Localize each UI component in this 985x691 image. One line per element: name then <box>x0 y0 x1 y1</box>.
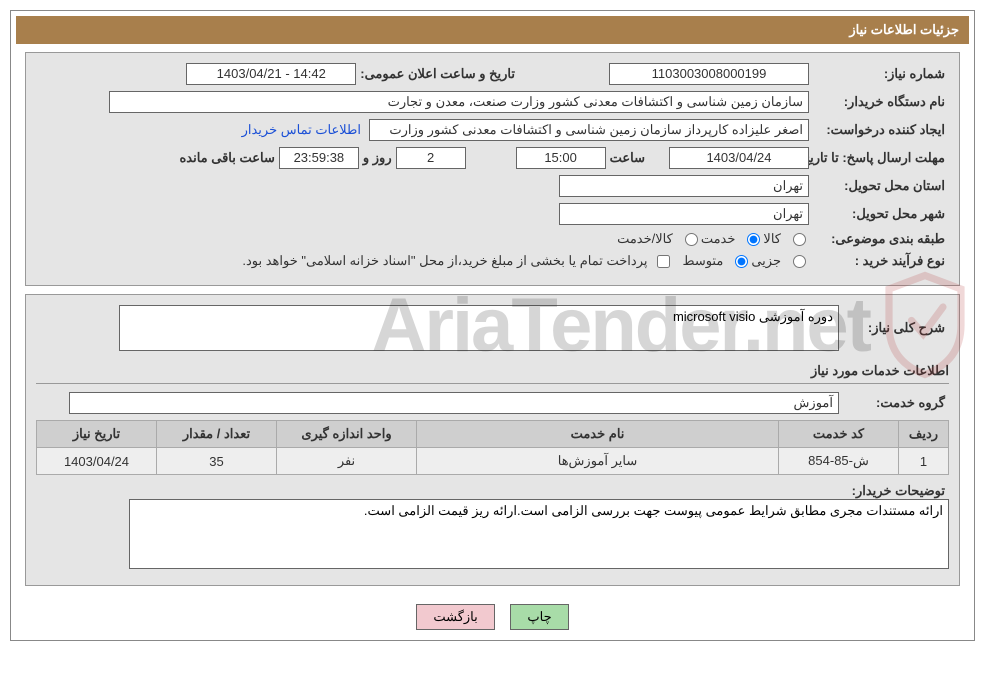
table-row: 1 ش-85-854 سایر آموزش‌ها نفر 35 1403/04/… <box>37 448 949 475</box>
table-header-row: ردیف کد خدمت نام خدمت واحد اندازه گیری ت… <box>37 421 949 448</box>
radio-both[interactable] <box>685 233 698 246</box>
services-table: ردیف کد خدمت نام خدمت واحد اندازه گیری ت… <box>36 420 949 475</box>
button-row: چاپ بازگشت <box>11 594 974 640</box>
th-name: نام خدمت <box>417 421 779 448</box>
label-creator: ایجاد کننده درخواست: <box>809 122 949 138</box>
cell-name: سایر آموزش‌ها <box>417 448 779 475</box>
heading-services: اطلاعات خدمات مورد نیاز <box>36 363 949 384</box>
proc-note: پرداخت تمام یا بخشی از مبلغ خرید،از محل … <box>238 253 651 269</box>
print-button[interactable]: چاپ <box>510 604 568 630</box>
announce-date: 1403/04/21 - 14:42 <box>186 63 356 85</box>
deadline-time: 15:00 <box>516 147 606 169</box>
cell-qty: 35 <box>157 448 277 475</box>
cell-row: 1 <box>899 448 949 475</box>
section-services: شرح کلی نیاز: اطلاعات خدمات مورد نیاز گر… <box>25 294 960 586</box>
label-deadline: مهلت ارسال پاسخ: تا تاریخ: <box>809 150 949 166</box>
th-date: تاریخ نیاز <box>37 421 157 448</box>
province: تهران <box>559 175 809 197</box>
label-remain: ساعت باقی مانده <box>175 150 278 166</box>
radio-goods[interactable] <box>793 233 806 246</box>
need-no: 1103003008000199 <box>609 63 809 85</box>
th-code: کد خدمت <box>779 421 899 448</box>
contact-link[interactable]: اطلاعات تماس خریدار <box>242 122 361 138</box>
cell-unit: نفر <box>277 448 417 475</box>
service-group: آموزش <box>69 392 839 414</box>
buyer-note <box>129 499 949 569</box>
th-row: ردیف <box>899 421 949 448</box>
label-days-and: روز و <box>359 150 396 166</box>
back-button[interactable]: بازگشت <box>416 604 494 630</box>
days-remain: 2 <box>396 147 466 169</box>
label-service-group: گروه خدمت: <box>839 395 949 411</box>
label-proc-medium: متوسط <box>682 253 723 269</box>
main-frame: جزئیات اطلاعات نیاز شماره نیاز: 11030030… <box>10 10 975 641</box>
deadline-date: 1403/04/24 <box>669 147 809 169</box>
cell-date: 1403/04/24 <box>37 448 157 475</box>
label-buyer-note: توضیحات خریدار: <box>839 483 949 499</box>
label-org: نام دستگاه خریدار: <box>809 94 949 110</box>
label-city: شهر محل تحویل: <box>809 206 949 222</box>
section-details: شماره نیاز: 1103003008000199 تاریخ و ساع… <box>25 52 960 286</box>
radio-small[interactable] <box>793 255 806 268</box>
label-province: استان محل تحویل: <box>809 178 949 194</box>
label-category: طبقه بندی موضوعی: <box>809 231 949 247</box>
countdown: 23:59:38 <box>279 147 359 169</box>
check-treasury[interactable] <box>657 255 670 268</box>
org-name: سازمان زمین شناسی و اکتشافات معدنی کشور … <box>109 91 809 113</box>
label-desc: شرح کلی نیاز: <box>839 320 949 336</box>
cell-code: ش-85-854 <box>779 448 899 475</box>
radio-service[interactable] <box>747 233 760 246</box>
label-cat-goods: کالا <box>763 231 781 247</box>
th-qty: تعداد / مقدار <box>157 421 277 448</box>
label-announce: تاریخ و ساعت اعلان عمومی: <box>356 66 519 82</box>
label-proc-small: جزیی <box>751 253 781 269</box>
radio-medium[interactable] <box>735 255 748 268</box>
city: تهران <box>559 203 809 225</box>
label-cat-service: خدمت <box>701 231 736 247</box>
label-need-no: شماره نیاز: <box>809 66 949 82</box>
creator: اصغر علیزاده کارپرداز سازمان زمین شناسی … <box>369 119 809 141</box>
th-unit: واحد اندازه گیری <box>277 421 417 448</box>
label-time: ساعت <box>606 150 649 166</box>
desc-text <box>119 305 839 351</box>
label-cat-both: کالا/خدمت <box>617 231 673 247</box>
label-proc-type: نوع فرآیند خرید : <box>809 253 949 269</box>
title-bar: جزئیات اطلاعات نیاز <box>16 16 969 44</box>
